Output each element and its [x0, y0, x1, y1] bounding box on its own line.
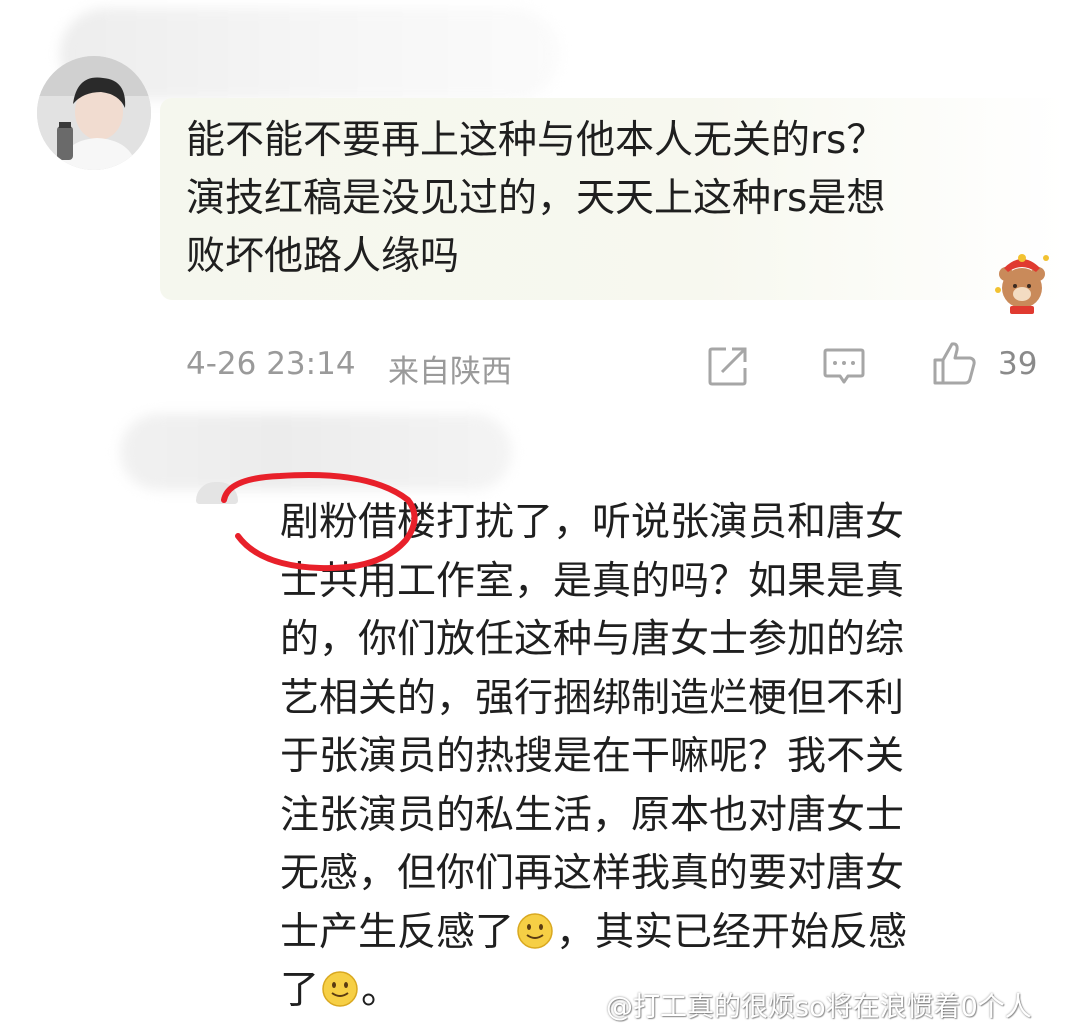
blurred-username — [120, 414, 512, 490]
avatar-photo — [37, 56, 151, 170]
comment-text-part: 剧粉借楼打扰了，听说张演员和唐女 士共用工作室，是真的吗？如果是真 的，你们放任… — [280, 500, 905, 955]
smiley-icon — [517, 912, 553, 949]
watermark: @打工真的很烦so将在浪惯着0个人 — [606, 992, 1032, 1023]
avatar[interactable] — [37, 56, 151, 170]
bear-sticker-icon — [995, 254, 1049, 314]
location-label: 来自陕西 — [388, 354, 512, 390]
share-icon[interactable] — [706, 344, 750, 388]
comment-text: 能不能不要再上这种与他本人无关的rs？ 演技红稿是没见过的，天天上这种rs是想 … — [186, 118, 886, 279]
timestamp: 4-26 23:14 — [186, 346, 356, 382]
reply-icon[interactable] — [822, 344, 866, 388]
comment-text: 剧粉借楼打扰了，听说张演员和唐女 士共用工作室，是真的吗？如果是真 的，你们放任… — [280, 494, 1010, 1021]
comment-text-part: 。 — [361, 968, 401, 1013]
smiley-icon — [322, 971, 358, 1007]
comment-meta-row: 4-26 23:14 来自陕西 39 — [186, 340, 1046, 394]
like-icon[interactable] — [932, 340, 978, 386]
like-count: 39 — [998, 346, 1038, 382]
